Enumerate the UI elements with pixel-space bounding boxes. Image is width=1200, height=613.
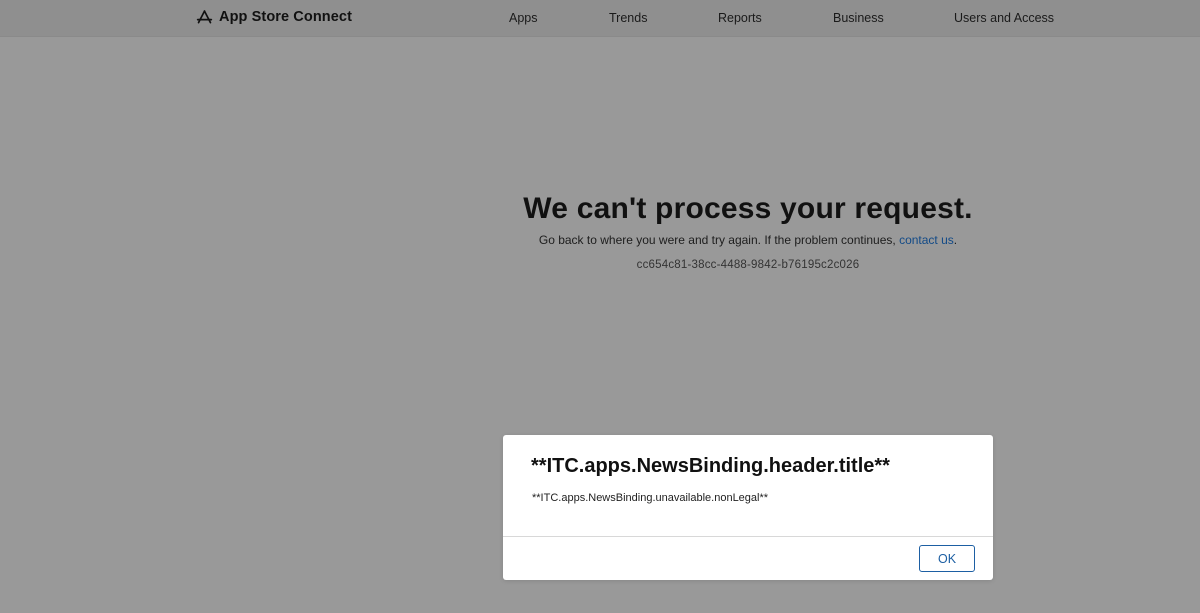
nav-reports[interactable]: Reports (718, 11, 762, 25)
request-id: cc654c81-38cc-4488-9842-b76195c2c026 (636, 259, 860, 271)
app-store-connect-home-link[interactable]: App Store Connect (196, 7, 352, 27)
brand-label: App Store Connect (219, 9, 353, 25)
ok-button[interactable]: OK (919, 545, 975, 572)
error-description-text: Go back to where you were and try again.… (538, 233, 896, 247)
error-message-block: We can't process your request. Go back t… (498, 190, 998, 273)
dialog-divider (503, 536, 993, 537)
contact-us-link[interactable]: contact us (899, 233, 954, 247)
dialog-message: **ITC.apps.NewsBinding.unavailable.nonLe… (532, 492, 769, 504)
nav-business[interactable]: Business (833, 11, 884, 25)
nav-apps[interactable]: Apps (509, 11, 538, 25)
error-description: Go back to where you were and try again.… (498, 232, 998, 248)
nav-users-and-access[interactable]: Users and Access (954, 11, 1054, 25)
error-title: We can't process your request. (523, 192, 973, 225)
dialog-title: **ITC.apps.NewsBinding.header.title** (531, 455, 890, 477)
nav-trends[interactable]: Trends (609, 11, 647, 25)
app-store-icon (196, 9, 213, 26)
modal-dialog: **ITC.apps.NewsBinding.header.title** **… (503, 435, 993, 580)
top-navigation-bar: App Store Connect Apps Trends Reports Bu… (0, 0, 1200, 37)
error-description-end: . (953, 233, 958, 247)
